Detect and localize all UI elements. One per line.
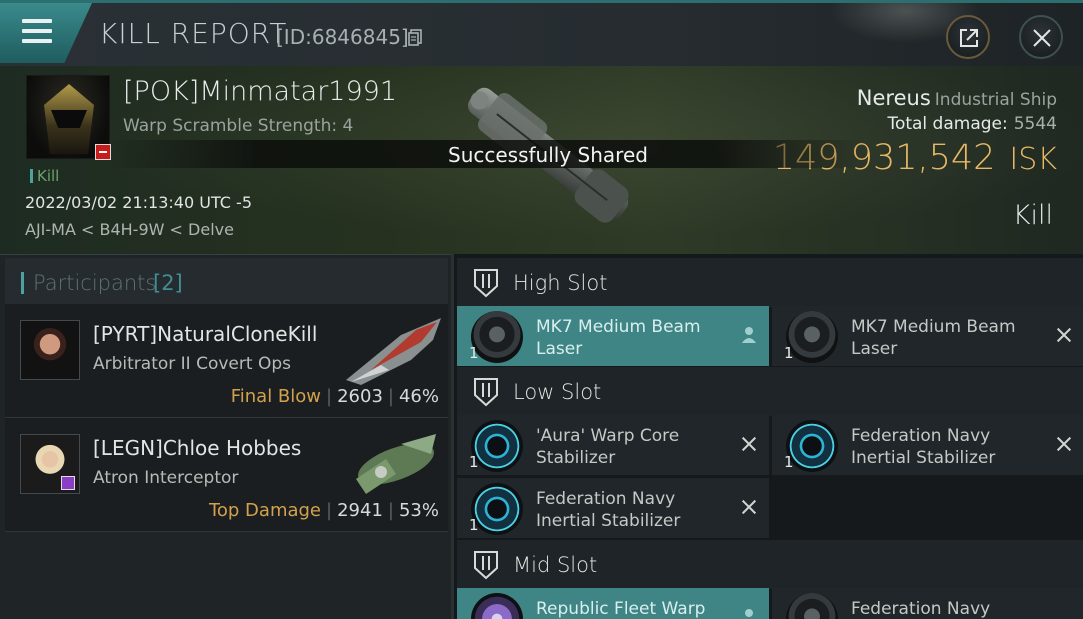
alliance-badge-icon — [61, 476, 75, 490]
destroyed-x-icon — [1056, 435, 1072, 453]
total-damage-label: Total damage: — [887, 114, 1008, 134]
participants-panel: Participants [2] [PYRT]NaturalCloneKill … — [0, 254, 451, 619]
hamburger-icon — [22, 19, 52, 23]
participant-ship: Atron Interceptor — [93, 468, 239, 488]
close-button[interactable] — [1019, 15, 1063, 59]
participant-percent: 46% — [398, 386, 439, 407]
toast-message: Successfully Shared — [448, 143, 648, 167]
participant-role: Top Damage — [208, 500, 322, 521]
participant-percent: 53% — [398, 500, 439, 521]
hamburger-icon-line — [22, 39, 52, 43]
module-quantity: 1 — [784, 453, 794, 471]
module-name: 'Aura' Warp Core Stabilizer — [536, 426, 680, 468]
victim-ship-name: Nereus — [856, 86, 931, 110]
victim-summary: [POK]Minmatar1991 Warp Scramble Strength… — [0, 66, 1083, 254]
warp-scramble-strength: Warp Scramble Strength: 4 — [123, 116, 354, 136]
victim-ship-class: Industrial Ship — [934, 90, 1057, 110]
participant-ship-image — [356, 434, 436, 494]
module-item[interactable]: Republic Fleet Warp — [457, 588, 769, 619]
module-item[interactable]: 1 Federation Navy Inertial Stabilizer — [772, 415, 1083, 475]
participant-row[interactable]: [LEGN]Chloe Hobbes Atron Interceptor Top… — [5, 418, 448, 532]
low-slot-title: Low Slot — [513, 380, 602, 404]
module-item[interactable]: 1 MK7 Medium Beam Laser — [772, 306, 1083, 366]
share-button[interactable] — [946, 15, 990, 59]
mid-slot-header: Mid Slot — [457, 540, 1083, 589]
module-item[interactable]: Federation Navy — [772, 588, 1083, 619]
header-accent — [21, 272, 24, 294]
participant-portrait[interactable] — [20, 320, 80, 380]
warp-disruptor-icon — [471, 593, 523, 619]
module-quantity: 1 — [469, 344, 479, 362]
laser-module-icon — [471, 311, 523, 363]
dropped-person-icon — [742, 327, 756, 343]
module-item[interactable]: 1 Federation Navy Inertial Stabilizer — [457, 478, 769, 538]
title-bar: KILL REPORT [ID:6846845] — [0, 0, 1083, 66]
module-name: Federation Navy Inertial Stabilizer — [536, 489, 681, 531]
participants-count: [2] — [153, 271, 183, 295]
result-label: Kill — [1012, 200, 1053, 231]
module-quantity: 1 — [784, 344, 794, 362]
laser-module-icon — [786, 311, 838, 363]
isk-unit: ISK — [1009, 142, 1057, 177]
module-quantity: 1 — [469, 516, 479, 534]
stat-separator: | — [387, 386, 394, 407]
participant-damage: 2941 — [337, 500, 383, 521]
participants-header: Participants [2] — [5, 258, 448, 304]
warp-core-stabilizer-icon — [471, 420, 523, 472]
page-title: KILL REPORT — [99, 17, 288, 50]
module-name: Federation Navy — [851, 599, 991, 619]
copy-icon[interactable] — [408, 29, 422, 46]
module-name: Republic Fleet Warp — [536, 599, 706, 619]
victim-ship[interactable]: Nereus Industrial Ship — [857, 86, 1057, 110]
menu-button[interactable] — [0, 3, 92, 63]
participant-damage: 2603 — [337, 386, 383, 407]
module-icon — [786, 593, 838, 619]
destroyed-x-icon — [741, 498, 757, 516]
module-name: Federation Navy Inertial Stabilizer — [851, 426, 996, 468]
stat-separator: | — [387, 500, 394, 521]
shield-slot-icon — [474, 551, 498, 580]
destroyed-x-icon — [741, 435, 757, 453]
mid-slot-title: Mid Slot — [513, 553, 598, 577]
share-icon — [960, 29, 978, 47]
high-slot-title: High Slot — [513, 271, 608, 295]
participant-row[interactable]: [PYRT]NaturalCloneKill Arbitrator II Cov… — [5, 304, 448, 418]
stat-separator: | — [326, 386, 333, 407]
low-slot-header: Low Slot — [457, 367, 1083, 416]
kill-datetime: 2022/03/02 21:13:40 UTC -5 — [25, 193, 253, 212]
total-damage: Total damage: 5544 — [887, 114, 1057, 134]
destroyed-x-icon — [1056, 326, 1072, 344]
total-damage-value: 5544 — [1013, 114, 1057, 134]
inertial-stabilizer-icon — [471, 483, 523, 535]
participants-title: Participants — [33, 271, 157, 295]
shield-slot-icon — [474, 378, 498, 407]
high-slot-header: High Slot — [457, 258, 1083, 307]
fitting-panel: High Slot 1 MK7 Medium Beam Laser 1 MK7 … — [451, 254, 1083, 619]
participant-ship-image — [346, 318, 441, 385]
module-item[interactable]: 1 'Aura' Warp Core Stabilizer — [457, 415, 769, 475]
kill-status-tag: Kill — [30, 167, 59, 185]
shield-slot-icon — [474, 269, 498, 298]
victim-name[interactable]: [POK]Minmatar1991 — [123, 76, 397, 107]
dropped-person-icon — [745, 609, 753, 617]
stat-separator: | — [326, 500, 333, 521]
module-name: MK7 Medium Beam Laser — [851, 317, 1016, 359]
portrait-helmet — [44, 84, 94, 154]
participant-stats: Top Damage | 2941 | 53% — [209, 500, 439, 521]
module-name: MK7 Medium Beam Laser — [536, 317, 701, 359]
kill-location[interactable]: AJI-MA < B4H-9W < Delve — [25, 220, 234, 239]
inertial-stabilizer-icon — [786, 420, 838, 472]
victim-portrait[interactable] — [26, 75, 110, 159]
hamburger-icon-line — [22, 29, 52, 33]
participant-name[interactable]: [PYRT]NaturalCloneKill — [93, 322, 317, 346]
close-icon — [1033, 29, 1051, 47]
participant-stats: Final Blow | 2603 | 46% — [231, 386, 439, 407]
module-item[interactable]: 1 MK7 Medium Beam Laser — [457, 306, 769, 366]
module-quantity: 1 — [469, 453, 479, 471]
participant-ship: Arbitrator II Covert Ops — [93, 354, 291, 374]
participant-role: Final Blow — [230, 386, 322, 407]
portrait-visor — [51, 110, 87, 128]
report-id: [ID:6846845] — [276, 25, 409, 49]
participant-name[interactable]: [LEGN]Chloe Hobbes — [93, 436, 301, 460]
